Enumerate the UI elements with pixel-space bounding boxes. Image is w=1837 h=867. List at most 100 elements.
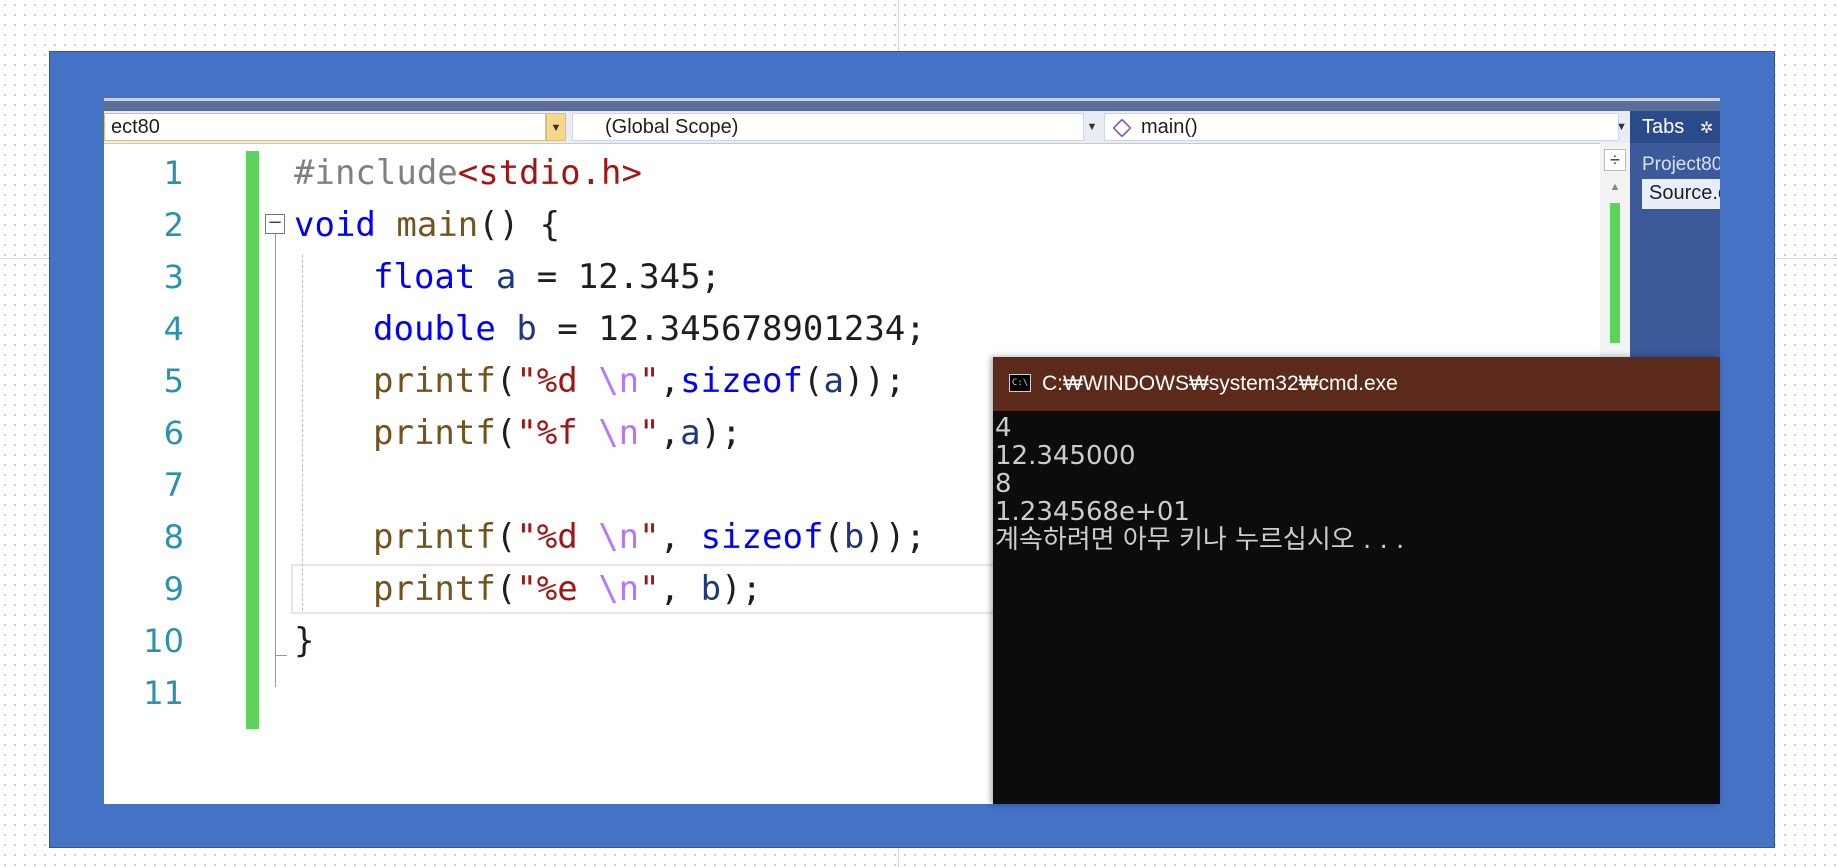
- code-token: = 12.345;: [516, 257, 722, 297]
- member-dropdown-label: main(): [1141, 116, 1198, 138]
- scroll-up-arrow-icon[interactable]: ▲: [1605, 179, 1625, 195]
- code-text: void main() {: [294, 199, 560, 251]
- fold-end-marker: [275, 655, 287, 656]
- code-token: ": [639, 517, 660, 557]
- line-number: 1: [163, 154, 184, 192]
- code-line[interactable]: 1 #include<stdio.h>: [104, 147, 1600, 199]
- code-token: main: [396, 205, 479, 245]
- scope-dropdown[interactable]: (Global Scope): [572, 113, 1084, 141]
- code-token: "%d: [516, 517, 599, 557]
- code-token: b: [843, 517, 865, 557]
- code-token: float: [373, 257, 476, 297]
- tabs-project-label: Project80: [1642, 154, 1720, 175]
- line-number: 2: [163, 206, 184, 244]
- scrollbar-thumb[interactable]: [1610, 203, 1620, 343]
- code-token: "%d: [516, 361, 599, 401]
- code-token: <stdio.h>: [457, 153, 642, 193]
- code-token: "%e: [516, 569, 599, 609]
- line-number: 6: [163, 414, 184, 452]
- line-number: 10: [143, 622, 184, 660]
- code-token: (: [495, 569, 517, 609]
- code-token: void: [294, 205, 376, 245]
- code-token: \n: [598, 569, 640, 609]
- code-text: printf("%f \n",a);: [373, 407, 742, 459]
- code-token: printf: [373, 361, 496, 401]
- code-token: }: [294, 621, 315, 661]
- console-output-line: 8: [995, 469, 1012, 499]
- console-output: 4 12.345000 8 1.234568e+01 계속하려면 아무 키나 누르십시오…: [995, 414, 1404, 554]
- code-token: ,: [659, 361, 681, 401]
- console-title: C:₩WINDOWS₩system32₩cmd.exe: [1042, 372, 1398, 395]
- code-token: \n: [598, 413, 640, 453]
- console-output-line: 계속하려면 아무 키나 누르십시오 . . .: [995, 525, 1405, 555]
- cmd-icon: C:\: [1009, 374, 1031, 392]
- code-token: printf: [373, 517, 496, 557]
- gear-icon[interactable]: ✲: [1700, 120, 1713, 137]
- code-text: printf("%d \n", sizeof(b));: [373, 511, 926, 563]
- project-dropdown-label: ect80: [111, 116, 160, 138]
- fold-guide-line: [275, 234, 276, 687]
- console-output-line: 1.234568e+01: [995, 497, 1190, 527]
- code-token: b: [516, 309, 537, 349]
- code-token: ": [639, 361, 660, 401]
- code-token: ": [639, 569, 660, 609]
- code-token: a: [823, 361, 844, 401]
- code-token: ,: [659, 517, 701, 557]
- code-token: a: [680, 413, 701, 453]
- code-token: sizeof: [700, 517, 824, 557]
- split-window-icon[interactable]: ÷: [1604, 149, 1626, 171]
- console-output-line: 4: [995, 413, 1012, 443]
- code-token: #include: [294, 153, 458, 193]
- code-text: printf("%e \n", b);: [373, 563, 762, 615]
- line-number: 4: [163, 310, 184, 348]
- code-token: \n: [598, 517, 640, 557]
- code-token: (: [495, 413, 517, 453]
- navigation-bar: ect80 ▼ (Global Scope) ▼ main() ▼: [104, 111, 1630, 144]
- line-number: 3: [163, 258, 184, 296]
- code-token: a: [495, 257, 517, 297]
- code-text: #include<stdio.h>: [294, 147, 642, 199]
- chevron-down-icon[interactable]: ▼: [1613, 113, 1630, 141]
- chevron-down-icon[interactable]: ▼: [546, 113, 566, 141]
- tabs-file-item[interactable]: Source.cpp: [1642, 179, 1720, 209]
- tabs-title: Tabs: [1642, 116, 1685, 138]
- code-token: printf: [373, 413, 496, 453]
- code-line[interactable]: 3 float a = 12.345;: [104, 251, 1600, 303]
- code-token: b: [700, 569, 722, 609]
- line-number: 11: [143, 674, 184, 712]
- code-token: );: [700, 413, 742, 453]
- code-token: (: [823, 517, 844, 557]
- code-token: printf: [373, 569, 496, 609]
- code-text: double b = 12.345678901234;: [373, 303, 926, 355]
- code-token: (: [495, 361, 517, 401]
- code-token: ));: [864, 517, 926, 557]
- project-dropdown[interactable]: ect80: [104, 113, 546, 141]
- console-titlebar[interactable]: C:\ C:₩WINDOWS₩system32₩cmd.exe: [993, 357, 1720, 411]
- code-token: ,: [659, 569, 701, 609]
- code-line[interactable]: 2 void main() {: [104, 199, 1600, 251]
- tabs-header: Tabs ✲: [1630, 111, 1720, 143]
- code-token: \n: [598, 361, 640, 401]
- code-token: ));: [843, 361, 906, 401]
- code-token: ,: [659, 413, 681, 453]
- collapse-toggle-icon[interactable]: −: [265, 214, 285, 234]
- console-output-line: 12.345000: [995, 441, 1136, 471]
- code-token: double: [373, 309, 496, 349]
- chevron-down-icon[interactable]: ▼: [1082, 113, 1102, 141]
- line-number: 7: [163, 466, 184, 504]
- code-token: );: [721, 569, 763, 609]
- code-text: printf("%d \n",sizeof(a));: [373, 355, 905, 407]
- code-token: = 12.345678901234;: [536, 309, 926, 349]
- member-dropdown[interactable]: main(): [1104, 113, 1619, 141]
- code-line[interactable]: 4 double b = 12.345678901234;: [104, 303, 1600, 355]
- code-token: sizeof: [680, 361, 803, 401]
- line-number: 9: [163, 570, 184, 608]
- console-window[interactable]: C:\ C:₩WINDOWS₩system32₩cmd.exe 4 12.3450…: [993, 357, 1720, 804]
- code-token: "%f: [516, 413, 599, 453]
- method-cube-icon: [1112, 118, 1132, 138]
- line-number: 5: [163, 362, 184, 400]
- code-token: (: [495, 517, 517, 557]
